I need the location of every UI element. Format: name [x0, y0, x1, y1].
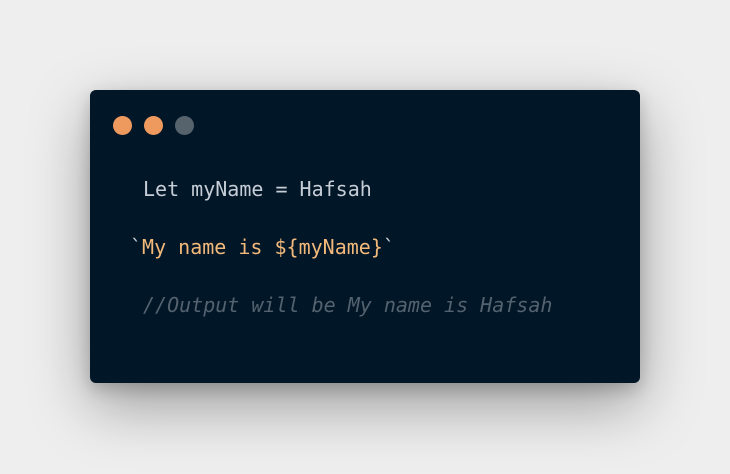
template-string: My name is ${myName}: [142, 235, 383, 259]
code-block: Let myName = Hafsah `My name is ${myName…: [90, 90, 640, 383]
code-window: Let myName = Hafsah `My name is ${myName…: [90, 90, 640, 383]
close-backtick: `: [382, 235, 395, 259]
code-line-template-literal: `My name is ${myName}`: [130, 235, 395, 259]
open-backtick: `: [130, 235, 143, 259]
code-line-declaration: Let myName = Hafsah: [143, 177, 372, 201]
code-line-comment: //Output will be My name is Hafsah: [143, 293, 553, 317]
